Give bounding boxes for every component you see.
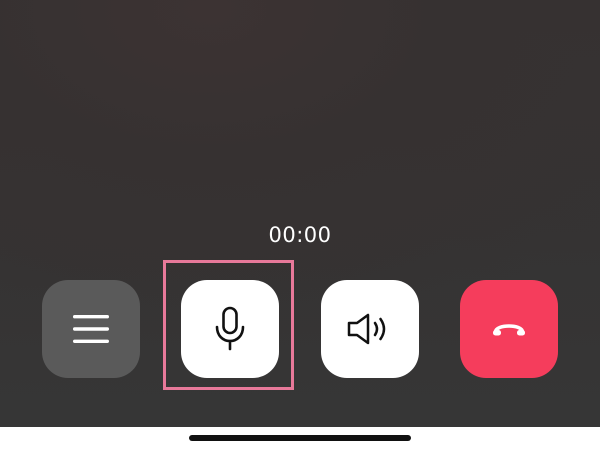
call-timer: 00:00 xyxy=(268,223,332,247)
microphone-icon xyxy=(215,306,245,351)
home-indicator[interactable] xyxy=(189,435,411,441)
speaker-button[interactable] xyxy=(321,280,419,378)
end-call-button[interactable] xyxy=(460,280,558,378)
bottom-bar xyxy=(0,427,600,450)
hamburger-menu-icon xyxy=(73,315,109,343)
hang-up-icon xyxy=(493,324,525,336)
mute-microphone-button[interactable] xyxy=(181,280,279,378)
call-screen: 00:00 xyxy=(0,0,600,427)
menu-button[interactable] xyxy=(42,280,140,378)
speaker-icon xyxy=(347,313,386,345)
